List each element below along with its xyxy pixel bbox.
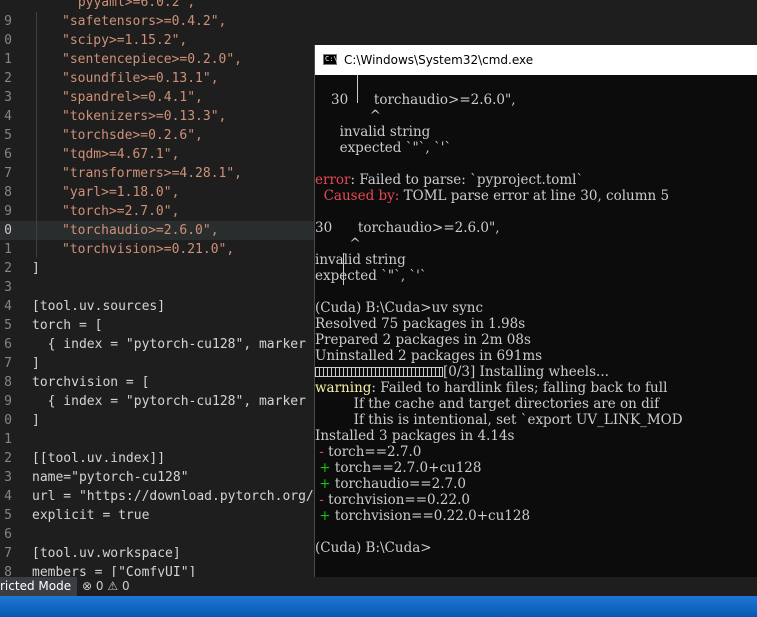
code-line: "tokenizers>=0.13.3",: [62, 109, 227, 124]
terminal-line: - torchvision==0.22.0: [315, 492, 470, 508]
terminal-line: expected `"`, `'`: [315, 268, 427, 284]
line-number: 0: [4, 223, 12, 238]
progress-bar: [315, 367, 443, 377]
line-number: 2: [4, 261, 12, 276]
terminal-line: Installed 3 packages in 4.14s: [315, 428, 515, 444]
line-number: 4: [4, 489, 12, 504]
line-number: 7: [4, 356, 12, 371]
line-number: 7: [4, 546, 12, 561]
terminal-line: ^: [331, 108, 381, 124]
terminal-icon: C:\: [323, 54, 338, 65]
code-line: torch = [: [32, 318, 103, 333]
code-line: "sentencepiece>=0.2.0",: [62, 52, 243, 67]
line-number: 4: [4, 299, 12, 314]
terminal-output[interactable]: 30 torchaudio>=2.6.0", ^ invalid string …: [315, 75, 757, 577]
terminal-line: 30 torchaudio>=2.6.0",: [331, 92, 516, 108]
code-line: ]: [32, 413, 40, 428]
error-icon: ⊗: [82, 579, 93, 593]
terminal-line: + torchvision==0.22.0+cu128: [315, 508, 531, 524]
cmd-title: C:\Windows\System32\cmd.exe: [344, 53, 534, 67]
terminal-line: expected `"`, `'`: [331, 140, 452, 156]
line-number: 5: [4, 128, 12, 143]
terminal-line: error: Failed to parse: `pyproject.toml`: [315, 172, 584, 188]
terminal-line: invalid string: [331, 124, 431, 140]
code-line: ]: [32, 356, 40, 371]
code-line: torchvision = [: [32, 375, 150, 390]
terminal-line: - torch==2.7.0: [315, 444, 422, 460]
code-line: [[tool.uv.index]]: [32, 451, 166, 466]
line-number: 3: [4, 470, 12, 485]
line-number: 9: [4, 14, 12, 29]
line-number: 0: [4, 33, 12, 48]
terminal-line: [0/3] Installing wheels...: [315, 364, 609, 380]
terminal-line: (Cuda) B:\Cuda>uv sync: [315, 300, 484, 316]
line-number: 3: [4, 90, 12, 105]
code-line: "torchaudio>=2.6.0",: [62, 223, 219, 238]
code-line: "pyyaml>=6.0.2",: [70, 0, 196, 10]
code-line: "torchvision>=0.21.0",: [62, 242, 235, 257]
code-line: "yarl>=1.18.0",: [62, 185, 180, 200]
line-number: 6: [4, 337, 12, 352]
code-line: { index = "pytorch-cu128", marker =: [32, 394, 322, 409]
restricted-mode-indicator[interactable]: ricted Mode: [0, 577, 78, 596]
line-number: 0: [4, 413, 12, 428]
code-line: members = ["ComfyUI"]: [32, 565, 197, 577]
terminal-line: + torch==2.7.0+cu128: [315, 460, 482, 476]
problems-indicator[interactable]: ⊗ 0 ⚠ 0: [82, 577, 130, 596]
code-line: url = "https://download.pytorch.org/w: [32, 489, 322, 504]
line-number: 3: [4, 280, 12, 295]
code-line: "transformers>=4.28.1",: [62, 166, 243, 181]
line-number: 2: [4, 451, 12, 466]
line-number: 1: [4, 432, 12, 447]
terminal-line: ^: [315, 236, 361, 252]
line-number: 1: [4, 242, 12, 257]
terminal-line: + torchaudio==2.7.0: [315, 476, 466, 492]
line-number: 1: [4, 52, 12, 67]
terminal-line: invalid string: [315, 252, 406, 268]
terminal-line: warning: Failed to hardlink files; falli…: [315, 380, 668, 396]
line-number: 2: [4, 71, 12, 86]
code-line: { index = "pytorch-cu128", marker =: [32, 337, 322, 352]
line-number: 8: [4, 185, 12, 200]
code-line: "soundfile>=0.13.1",: [62, 71, 219, 86]
cmd-titlebar[interactable]: C:\ C:\Windows\System32\cmd.exe: [315, 45, 757, 75]
terminal-line: Caused by: TOML parse error at line 30, …: [315, 188, 670, 204]
code-line: "scipy>=1.15.2",: [62, 33, 188, 48]
line-number: 6: [4, 147, 12, 162]
code-line: [tool.uv.workspace]: [32, 546, 181, 561]
terminal-line: Prepared 2 packages in 2m 08s: [315, 332, 531, 348]
line-number: 7: [4, 166, 12, 181]
code-line: "torchsde>=0.2.6",: [62, 128, 203, 143]
terminal-line: If this is intentional, set `export UV_L…: [315, 412, 683, 428]
indent-guide: [36, 12, 37, 258]
line-number: 9: [4, 394, 12, 409]
line-number: 9: [4, 204, 12, 219]
terminal-line: If the cache and target directories are …: [315, 396, 660, 412]
code-line: explicit = true: [32, 508, 150, 523]
code-line: "safetensors>=0.4.2",: [62, 14, 227, 29]
terminal-line: Uninstalled 2 packages in 691ms: [315, 348, 543, 364]
line-number: 8: [4, 375, 12, 390]
line-number: 6: [4, 527, 12, 542]
terminal-line: Resolved 75 packages in 1.98s: [315, 316, 526, 332]
line-number: 4: [4, 109, 12, 124]
code-line: "torch>=2.7.0",: [62, 204, 180, 219]
line-number: 8: [4, 565, 12, 577]
code-line: ]: [32, 261, 40, 276]
line-number: 5: [4, 318, 12, 333]
line-number: 5: [4, 508, 12, 523]
terminal-line: (Cuda) B:\Cuda>: [315, 540, 432, 556]
code-line: "spandrel>=0.4.1",: [62, 90, 203, 105]
code-line: [tool.uv.sources]: [32, 299, 166, 314]
code-line: "tqdm>=4.67.1",: [62, 147, 180, 162]
warning-count: 0: [121, 579, 130, 593]
terminal-line: 30 torchaudio>=2.6.0",: [315, 220, 500, 236]
cmd-window[interactable]: C:\ C:\Windows\System32\cmd.exe 30 torch…: [314, 45, 757, 577]
code-line: name="pytorch-cu128": [32, 470, 189, 485]
error-count: 0: [95, 579, 104, 593]
taskbar: [0, 596, 757, 617]
warning-icon: ⚠: [107, 579, 119, 593]
status-bar: ricted Mode ⊗ 0 ⚠ 0: [0, 577, 757, 596]
